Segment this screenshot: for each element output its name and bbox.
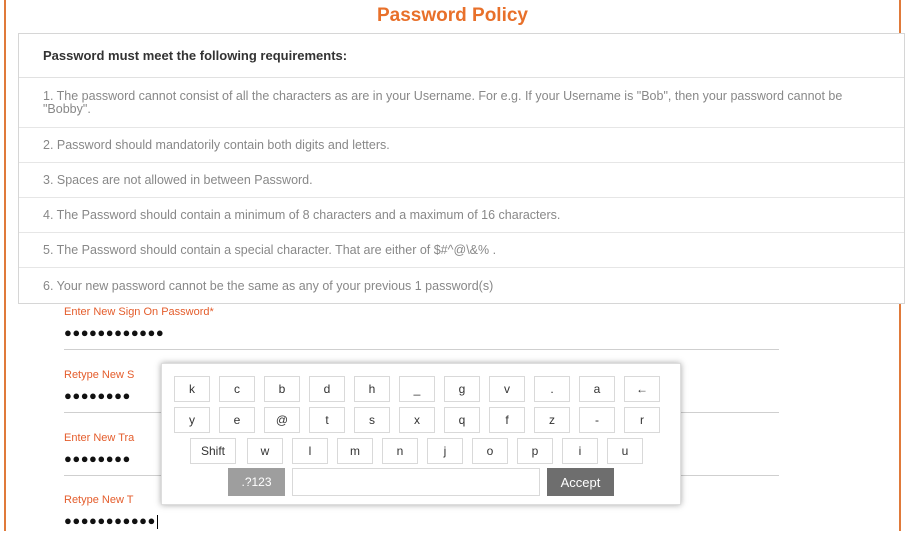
policy-rule-2: 2. Password should mandatorily contain b… xyxy=(19,128,904,163)
retype-transaction-password-input[interactable]: ●●●●●●●●●●● xyxy=(64,513,779,537)
virtual-keyboard: k c b d h _ g v . a ← y e @ t s x q f z … xyxy=(161,363,681,505)
new-signon-password-input[interactable]: ●●●●●●●●●●●● xyxy=(64,325,779,350)
backspace-key[interactable]: ← xyxy=(624,376,660,402)
key-s[interactable]: s xyxy=(354,407,390,433)
policy-rule-6: 6. Your new password cannot be the same … xyxy=(43,278,494,293)
key-m[interactable]: m xyxy=(337,438,373,464)
key-n[interactable]: n xyxy=(382,438,418,464)
policy-heading: Password must meet the following require… xyxy=(19,34,904,78)
accept-button[interactable]: Accept xyxy=(547,468,614,496)
numeric-toggle-key[interactable]: .?123 xyxy=(228,468,285,496)
key-x[interactable]: x xyxy=(399,407,435,433)
policy-rule-4: 4. The Password should contain a minimum… xyxy=(19,198,904,233)
shift-key[interactable]: Shift xyxy=(190,438,236,464)
key-c[interactable]: c xyxy=(219,376,255,402)
key-f[interactable]: f xyxy=(489,407,525,433)
key-u[interactable]: u xyxy=(607,438,643,464)
key-r[interactable]: r xyxy=(624,407,660,433)
key-g[interactable]: g xyxy=(444,376,480,402)
key-o[interactable]: o xyxy=(472,438,508,464)
key-hyphen[interactable]: - xyxy=(579,407,615,433)
key-k[interactable]: k xyxy=(174,376,210,402)
key-w[interactable]: w xyxy=(247,438,283,464)
text-cursor xyxy=(156,514,158,529)
key-j[interactable]: j xyxy=(427,438,463,464)
key-t[interactable]: t xyxy=(309,407,345,433)
new-signon-password-group: Enter New Sign On Password* ●●●●●●●●●●●● xyxy=(64,306,779,350)
key-v[interactable]: v xyxy=(489,376,525,402)
password-policy-panel: Password must meet the following require… xyxy=(18,33,905,304)
key-period[interactable]: . xyxy=(534,376,570,402)
space-key[interactable] xyxy=(292,468,540,496)
policy-rule-1: 1. The password cannot consist of all th… xyxy=(19,78,904,128)
retype-transaction-password-value: ●●●●●●●●●●● xyxy=(64,513,156,528)
key-q[interactable]: q xyxy=(444,407,480,433)
new-signon-password-label: Enter New Sign On Password* xyxy=(64,306,214,318)
policy-rule-5: 5. The Password should contain a special… xyxy=(19,233,904,268)
key-e[interactable]: e xyxy=(219,407,255,433)
key-b[interactable]: b xyxy=(264,376,300,402)
key-h[interactable]: h xyxy=(354,376,390,402)
key-z[interactable]: z xyxy=(534,407,570,433)
page-title: Password Policy xyxy=(376,5,528,26)
key-at[interactable]: @ xyxy=(264,407,300,433)
key-i[interactable]: i xyxy=(562,438,598,464)
key-p[interactable]: p xyxy=(517,438,553,464)
key-y[interactable]: y xyxy=(174,407,210,433)
key-a[interactable]: a xyxy=(579,376,615,402)
key-l[interactable]: l xyxy=(292,438,328,464)
key-d[interactable]: d xyxy=(309,376,345,402)
key-underscore[interactable]: _ xyxy=(399,376,435,402)
policy-rule-3: 3. Spaces are not allowed in between Pas… xyxy=(19,163,904,198)
